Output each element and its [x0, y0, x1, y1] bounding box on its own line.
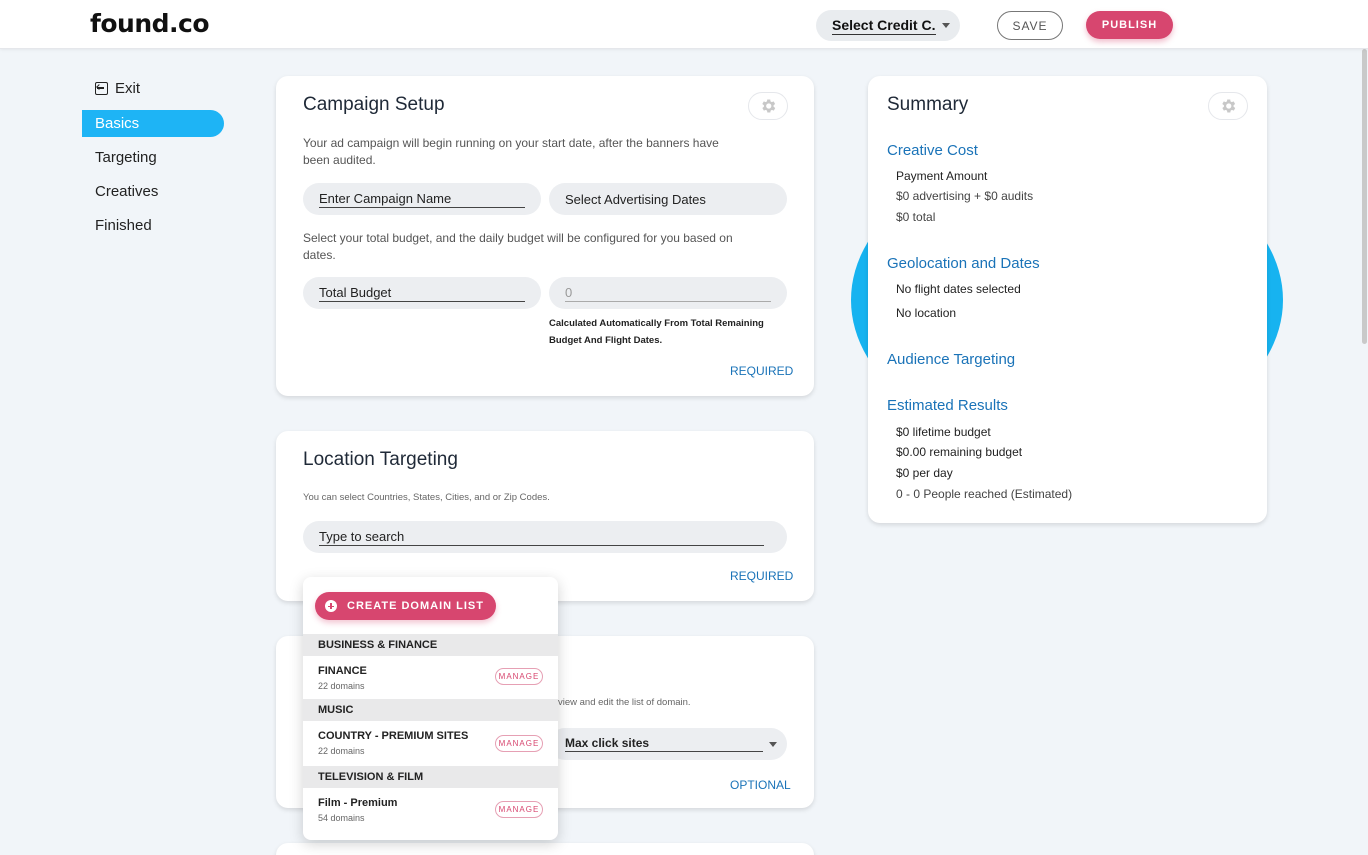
- summary-payment-amount: Payment Amount: [896, 169, 988, 183]
- location-targeting-card: Location Targeting You can select Countr…: [276, 431, 814, 601]
- create-domain-list-button[interactable]: CREATE DOMAIN LIST: [315, 592, 496, 620]
- calculated-note-line1: Calculated Automatically From Total Rema…: [549, 318, 764, 329]
- plus-circle-icon: [325, 600, 337, 612]
- location-search-input[interactable]: Type to search: [303, 521, 787, 553]
- calculated-note: Calculated Automatically From Total Rema…: [549, 315, 764, 349]
- daily-budget-value: 0: [565, 285, 771, 302]
- campaign-setup-card: Campaign Setup Your ad campaign will beg…: [276, 76, 814, 396]
- dropdown-item-name[interactable]: COUNTRY - PREMIUM SITES: [318, 730, 468, 742]
- location-desc: You can select Countries, States, Cities…: [303, 492, 550, 503]
- gear-icon: [1222, 99, 1236, 113]
- create-domain-list-label: CREATE DOMAIN LIST: [347, 600, 484, 612]
- total-budget-input[interactable]: Total Budget: [303, 277, 541, 309]
- campaign-desc-1: Your ad campaign will begin running on y…: [303, 135, 719, 169]
- summary-estimated-heading: Estimated Results: [887, 397, 1008, 414]
- campaign-desc-2-line2: dates.: [303, 248, 336, 262]
- dropdown-item-count: 54 domains: [318, 813, 365, 823]
- logo[interactable]: found.co: [90, 9, 210, 38]
- summary-geo-heading: Geolocation and Dates: [887, 255, 1040, 272]
- location-search-placeholder: Type to search: [319, 529, 764, 546]
- top-bar: found.co Select Credit C... SAVE PUBLISH: [0, 0, 1368, 49]
- location-required-label: REQUIRED: [730, 569, 794, 583]
- summary-payment-total: $0 total: [896, 210, 936, 224]
- daily-budget-field: 0: [549, 277, 787, 309]
- chevron-down-icon: [769, 742, 777, 747]
- chevron-down-icon: [942, 23, 950, 28]
- domain-list-dropdown: CREATE DOMAIN LIST BUSINESS & FINANCE FI…: [303, 577, 558, 840]
- advertising-dates-picker[interactable]: Select Advertising Dates: [549, 183, 787, 215]
- campaign-required-label: REQUIRED: [730, 364, 794, 378]
- summary-no-dates: No flight dates selected: [896, 282, 1021, 296]
- dropdown-group-header: MUSIC: [303, 699, 558, 721]
- campaign-settings-button[interactable]: [748, 92, 788, 120]
- dropdown-item-count: 22 domains: [318, 681, 365, 691]
- domain-desc: view and edit the list of domain.: [558, 697, 691, 708]
- domain-list-select-value: Max click sites: [565, 736, 763, 752]
- domain-list-select[interactable]: Max click sites: [549, 728, 787, 760]
- next-card: [276, 843, 814, 855]
- exit-icon: [95, 82, 108, 95]
- scrollbar[interactable]: [1362, 49, 1368, 855]
- scrollbar-thumb[interactable]: [1362, 49, 1367, 344]
- campaign-desc-2-line1: Select your total budget, and the daily …: [303, 231, 733, 245]
- dropdown-group-header: TELEVISION & FILM: [303, 766, 558, 788]
- gear-icon: [762, 99, 776, 113]
- dropdown-item-name[interactable]: Film - Premium: [318, 797, 397, 809]
- dropdown-group-header: BUSINESS & FINANCE: [303, 634, 558, 656]
- summary-no-location: No location: [896, 306, 957, 320]
- campaign-desc-1-line1: Your ad campaign will begin running on y…: [303, 136, 719, 150]
- summary-title: Summary: [887, 94, 969, 115]
- campaign-name-placeholder: Enter Campaign Name: [319, 191, 525, 208]
- location-targeting-title: Location Targeting: [303, 449, 458, 470]
- summary-creative-cost-heading: Creative Cost: [887, 142, 978, 159]
- sidebar-item-targeting[interactable]: Targeting: [82, 144, 224, 171]
- exit-label: Exit: [115, 80, 141, 97]
- publish-button[interactable]: PUBLISH: [1086, 11, 1173, 39]
- credit-card-select-value: Select Credit C...: [832, 16, 936, 35]
- summary-settings-button[interactable]: [1208, 92, 1248, 120]
- sidebar-item-basics[interactable]: Basics: [82, 110, 224, 137]
- credit-card-select[interactable]: Select Credit C...: [816, 10, 960, 41]
- manage-button[interactable]: MANAGE: [495, 801, 543, 818]
- sidebar-item-creatives[interactable]: Creatives: [82, 178, 224, 205]
- domain-optional-label: OPTIONAL: [730, 778, 791, 792]
- summary-audience-heading: Audience Targeting: [887, 351, 1016, 368]
- campaign-setup-title: Campaign Setup: [303, 94, 445, 115]
- manage-button[interactable]: MANAGE: [495, 668, 543, 685]
- summary-per-day: $0 per day: [896, 466, 953, 480]
- campaign-name-input[interactable]: Enter Campaign Name: [303, 183, 541, 215]
- summary-lifetime-budget: $0 lifetime budget: [896, 425, 991, 439]
- dropdown-item-name[interactable]: FINANCE: [318, 665, 367, 677]
- total-budget-placeholder: Total Budget: [319, 285, 525, 302]
- dropdown-item-count: 22 domains: [318, 746, 365, 756]
- manage-button[interactable]: MANAGE: [495, 735, 543, 752]
- sidebar-item-finished[interactable]: Finished: [82, 212, 224, 239]
- summary-payment-detail: $0 advertising + $0 audits: [896, 189, 1034, 203]
- save-button[interactable]: SAVE: [997, 11, 1063, 40]
- calculated-note-line2: Budget And Flight Dates.: [549, 335, 663, 346]
- campaign-desc-2: Select your total budget, and the daily …: [303, 230, 733, 264]
- advertising-dates-placeholder: Select Advertising Dates: [565, 191, 706, 207]
- summary-people-reached: 0 - 0 People reached (Estimated): [896, 487, 1073, 501]
- summary-remaining-budget: $0.00 remaining budget: [896, 445, 1023, 459]
- exit-link[interactable]: Exit: [82, 75, 224, 102]
- campaign-desc-1-line2: been audited.: [303, 153, 376, 167]
